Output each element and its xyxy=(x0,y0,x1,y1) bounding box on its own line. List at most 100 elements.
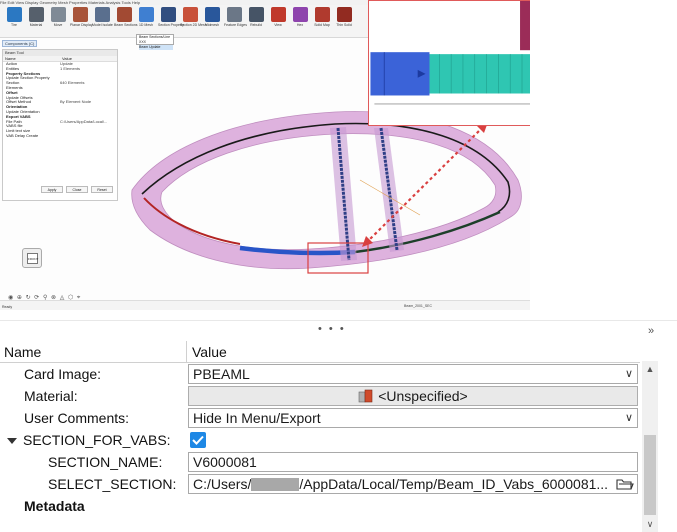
ribbon-button[interactable]: Material xyxy=(26,5,46,27)
inset-frame-line xyxy=(374,103,530,105)
select-section-input[interactable]: C:/Users/ /AppData/Local/Temp/Beam_ID_Vab… xyxy=(188,474,638,494)
property-row-section-name: SECTION_NAME: V6000081 xyxy=(0,451,640,473)
card-image-select[interactable]: PBEAML ∨ xyxy=(188,364,638,384)
checkmark-icon xyxy=(192,435,204,445)
chevron-down-icon[interactable]: ∨ xyxy=(625,365,633,383)
ribbon-button[interactable]: Rebuild xyxy=(246,5,266,27)
beam-tool-col-name: Name xyxy=(5,56,16,61)
ribbon-tool-icon xyxy=(72,7,88,22)
user-comments-value[interactable]: Hide In Menu/Export ∨ xyxy=(188,408,638,428)
beam-tool-row-value xyxy=(60,134,117,139)
component-chip[interactable]: Components (C) xyxy=(2,40,38,47)
property-row-select-section: SELECT_SECTION: C:/Users/ /AppData/Local/… xyxy=(0,473,640,495)
property-row-material: Material: <Unspecified> xyxy=(0,385,640,407)
ribbon-tool-icon xyxy=(50,7,66,22)
beam-tool-row-label: VAB Delay Create xyxy=(6,133,39,138)
select-section-path-end: /AppData/Local/Temp/Beam_ID_Vabs_6000081… xyxy=(299,476,609,492)
close-button[interactable]: Close xyxy=(66,186,88,193)
property-label-group: SECTION_FOR_VABS: xyxy=(0,429,187,451)
material-picker[interactable]: <Unspecified> xyxy=(188,386,638,406)
ribbon-tool-icon xyxy=(292,7,308,22)
ribbon-button-label: Model Isolate xyxy=(92,23,113,27)
section-for-vabs-checkbox[interactable] xyxy=(190,432,206,448)
property-row-card-image: Card Image: PBEAML ∨ xyxy=(0,363,640,385)
ribbon-button-label: Move xyxy=(53,23,63,27)
ribbon-tool-icon xyxy=(336,7,352,22)
ribbon-button-label: Planar Display xyxy=(70,23,93,27)
ribbon-button[interactable]: Planar Display xyxy=(70,5,93,27)
beam-tool-buttons: Apply Close Reset xyxy=(41,186,113,193)
property-grid: Name Value Card Image: PBEAML ∨ Material:… xyxy=(0,341,640,532)
panel-drag-handle[interactable]: • • • xyxy=(318,323,346,335)
section-name-input[interactable]: V6000081 xyxy=(188,452,638,472)
property-label: SELECT_SECTION: xyxy=(48,476,177,492)
ribbon-tool-icon xyxy=(138,7,154,22)
ribbon-button[interactable]: Section 2D Mesh xyxy=(180,5,207,27)
ribbon-tool-icon xyxy=(28,7,44,22)
ribbon-tool-icon xyxy=(248,7,264,22)
ribbon-button[interactable]: Thin Solid xyxy=(334,5,354,27)
card-image-value[interactable]: PBEAML ∨ xyxy=(188,364,638,384)
ribbon-button-label: Rebuild xyxy=(250,23,262,27)
column-header-value[interactable]: Value xyxy=(188,341,638,363)
property-label: Material: xyxy=(24,388,78,404)
ribbon-button-label: Tire xyxy=(11,23,17,27)
view-cube-face[interactable]: FRONT xyxy=(27,253,38,264)
ribbon-tool-icon xyxy=(226,7,242,22)
ribbon-button[interactable]: Move xyxy=(48,5,68,27)
beam-tool-col-value: Value xyxy=(62,56,72,61)
apply-button[interactable]: Apply xyxy=(41,186,63,193)
airfoil-shell xyxy=(131,111,522,270)
material-button[interactable]: <Unspecified> xyxy=(188,386,638,406)
scroll-thumb[interactable] xyxy=(644,435,656,515)
ribbon-button[interactable]: View xyxy=(268,5,288,27)
expand-triangle-icon[interactable] xyxy=(7,438,17,444)
beam-tool-row[interactable]: VAB Delay Create xyxy=(3,134,117,139)
ribbon-button[interactable]: 1D Mesh xyxy=(136,5,156,27)
ribbon-button[interactable]: Beam Sections xyxy=(114,5,138,27)
grid-header: Name Value xyxy=(0,341,640,363)
folder-open-icon[interactable] xyxy=(616,477,634,491)
view-cube[interactable]: FRONT xyxy=(22,248,42,268)
card-image-text: PBEAML xyxy=(193,366,250,382)
ribbon-button-label: Section 2D Mesh xyxy=(180,23,207,27)
ribbon-tool-icon xyxy=(160,7,176,22)
select-section-field[interactable]: C:/Users/ /AppData/Local/Temp/Beam_ID_Vab… xyxy=(188,474,638,494)
section-for-vabs-label: SECTION_FOR_VABS: xyxy=(23,432,171,448)
metadata-group-label[interactable]: Metadata xyxy=(0,495,187,511)
beam-tool-panel: Beam Tool Name Value Action Update Entitie… xyxy=(2,49,118,201)
ribbon-button[interactable]: Midmesh xyxy=(202,5,222,27)
section-name-field[interactable]: V6000081 xyxy=(188,452,638,472)
ribbon-button[interactable]: Hex xyxy=(290,5,310,27)
column-header-name[interactable]: Name xyxy=(0,341,187,363)
status-component: Beam_2001_SEC xyxy=(404,304,433,308)
ribbon-button-label: Beam Sections xyxy=(114,23,138,27)
property-label: SECTION_NAME: xyxy=(48,454,163,470)
ribbon-tool-icon xyxy=(204,7,220,22)
collapse-icon[interactable]: » xyxy=(648,325,654,337)
ribbon-button[interactable]: Feature Edges xyxy=(224,5,247,27)
select-section-path-start: C:/Users/ xyxy=(193,476,252,492)
ribbon-button-label: 1D Mesh xyxy=(138,23,153,27)
ribbon-button[interactable]: Model Isolate xyxy=(92,5,113,27)
ribbon-button[interactable]: Section Property xyxy=(158,5,184,27)
ribbon-tool-icon xyxy=(6,7,22,22)
ribbon-tool-icon xyxy=(116,7,132,22)
ribbon-button-label: Midmesh xyxy=(204,23,220,27)
scroll-down-icon[interactable]: ∨ xyxy=(642,516,658,532)
property-label: User Comments: xyxy=(24,410,130,426)
property-row-metadata: Metadata xyxy=(0,495,640,511)
section-for-vabs-value xyxy=(188,430,636,450)
ribbon-button-label: Thin Solid xyxy=(336,23,352,27)
inset-flange-left xyxy=(520,1,530,51)
component-selector[interactable]: Components (C) xyxy=(2,40,62,47)
chevron-down-icon[interactable]: ∨ xyxy=(625,409,633,427)
vertical-scrollbar[interactable]: ▲ ∨ xyxy=(642,361,658,532)
ribbon-button[interactable]: Tire xyxy=(4,5,24,27)
scroll-up-icon[interactable]: ▲ xyxy=(642,361,658,377)
user-comments-select[interactable]: Hide In Menu/Export ∨ xyxy=(188,408,638,428)
ribbon-button[interactable]: Solid Map xyxy=(312,5,332,27)
reset-button[interactable]: Reset xyxy=(91,186,113,193)
inset-teal-cap xyxy=(429,54,530,94)
beam-tool-rows: Action Update Entities 1 Elements Property S… xyxy=(3,62,117,139)
